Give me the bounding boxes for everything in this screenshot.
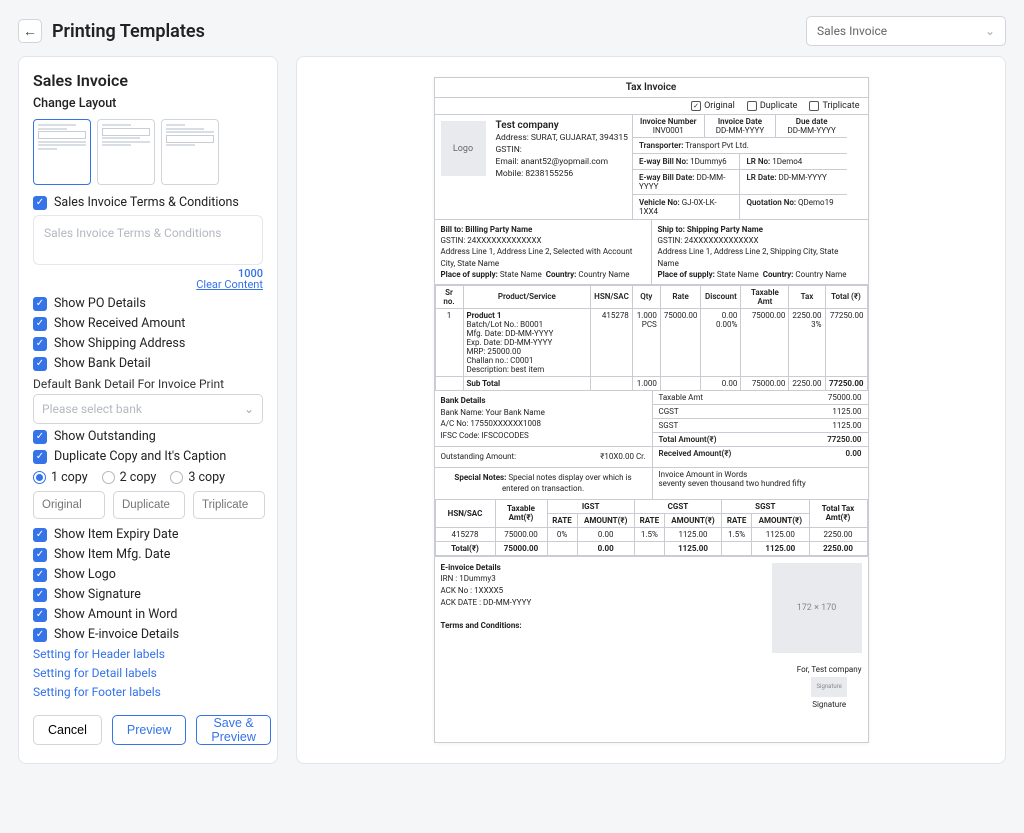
link-detail-labels[interactable]: Setting for Detail labels bbox=[33, 666, 263, 680]
item-row: 1 Product 1 Batch/Lot No.: B0001 Mfg. Da… bbox=[435, 308, 867, 376]
checkbox-icon bbox=[33, 568, 47, 582]
layout-thumb-2[interactable] bbox=[97, 119, 155, 185]
signature-block: For, Test company Signature Signature bbox=[791, 659, 868, 715]
type-select-value: Sales Invoice bbox=[817, 24, 887, 38]
checkbox-icon bbox=[33, 337, 47, 351]
opt-mfg[interactable]: Show Item Mfg. Date bbox=[33, 547, 263, 562]
duplicate-input[interactable] bbox=[113, 491, 185, 519]
chevron-down-icon: ⌄ bbox=[985, 24, 995, 38]
radio-1copy[interactable]: 1 copy bbox=[33, 470, 88, 485]
save-preview-button[interactable]: Save & Preview bbox=[196, 715, 270, 745]
page-title: Printing Templates bbox=[52, 21, 806, 42]
radio-2copy[interactable]: 2 copy bbox=[102, 470, 157, 485]
opt-terms[interactable]: Sales Invoice Terms & Conditions bbox=[33, 195, 263, 210]
checkbox-icon bbox=[33, 430, 47, 444]
preview-button[interactable]: Preview bbox=[112, 715, 186, 745]
opt-signature[interactable]: Show Signature bbox=[33, 587, 263, 602]
checkbox-icon bbox=[33, 548, 47, 562]
opt-amount-word[interactable]: Show Amount in Word bbox=[33, 607, 263, 622]
amount-summary: Taxable Amt75000.00 CGST1125.00 SGST1125… bbox=[653, 391, 868, 446]
doc-original-check: Original bbox=[691, 101, 735, 111]
qr-placeholder: 172 × 170 bbox=[766, 557, 868, 659]
company-info: Test company Address: SURAT, GUJARAT, 39… bbox=[492, 115, 632, 219]
radio-icon bbox=[33, 471, 46, 484]
opt-po[interactable]: Show PO Details bbox=[33, 296, 263, 311]
clear-terms-link[interactable]: Clear Content bbox=[196, 278, 263, 291]
checkbox-icon bbox=[33, 528, 47, 542]
einvoice-details: E-invoice Details IRN : 1Dummy3 ACK No :… bbox=[435, 557, 766, 659]
radio-icon bbox=[170, 471, 183, 484]
layout-label: Change Layout bbox=[33, 96, 263, 111]
checkbox-icon bbox=[33, 297, 47, 311]
checkbox-icon bbox=[33, 450, 47, 464]
radio-icon bbox=[102, 471, 115, 484]
checkbox-icon bbox=[33, 608, 47, 622]
checkbox-icon bbox=[33, 628, 47, 642]
outstanding-label: Outstanding Amount: bbox=[441, 451, 517, 463]
subtotal-row: Sub Total 1.000 0.00 75000.00 2250.00 77… bbox=[435, 376, 867, 390]
checkbox-icon bbox=[33, 317, 47, 331]
radio-3copy[interactable]: 3 copy bbox=[170, 470, 225, 485]
opt-logo[interactable]: Show Logo bbox=[33, 567, 263, 582]
opt-bank[interactable]: Show Bank Detail bbox=[33, 356, 263, 371]
checkbox-icon bbox=[33, 357, 47, 371]
opt-duplicate-caption[interactable]: Duplicate Copy and It's Caption bbox=[33, 449, 263, 464]
preview-panel: Tax Invoice Original Duplicate Triplicat… bbox=[296, 56, 1006, 764]
back-button[interactable]: ← bbox=[18, 19, 42, 43]
opt-shipping[interactable]: Show Shipping Address bbox=[33, 336, 263, 351]
opt-expiry[interactable]: Show Item Expiry Date bbox=[33, 527, 263, 542]
layout-thumb-1[interactable] bbox=[33, 119, 91, 185]
chevron-down-icon: ⌄ bbox=[244, 402, 254, 416]
doc-duplicate-check: Duplicate bbox=[747, 101, 798, 111]
doc-title: Tax Invoice bbox=[435, 78, 868, 98]
bill-to: Bill to: Billing Party Name GSTIN: 24XXX… bbox=[435, 220, 651, 284]
default-bank-label: Default Bank Detail For Invoice Print bbox=[33, 377, 263, 391]
invoice-meta: Invoice NumberINV0001 Invoice DateDD-MM-… bbox=[632, 115, 847, 219]
triplicate-input[interactable] bbox=[193, 491, 265, 519]
layout-thumb-3[interactable] bbox=[161, 119, 219, 185]
outstanding-value: ₹10X0.00 Cr. bbox=[600, 451, 645, 463]
terms-placeholder: Sales Invoice Terms & Conditions bbox=[44, 226, 252, 240]
checkbox-icon bbox=[33, 196, 47, 210]
cancel-button[interactable]: Cancel bbox=[33, 715, 102, 745]
items-table: Sr no. Product/Service HSN/SAC Qty Rate … bbox=[435, 285, 868, 391]
checkbox-icon bbox=[33, 588, 47, 602]
bank-select-placeholder: Please select bank bbox=[42, 402, 142, 416]
logo-placeholder: Logo bbox=[441, 121, 486, 176]
opt-einvoice[interactable]: Show E-invoice Details bbox=[33, 627, 263, 642]
terms-textarea[interactable]: Sales Invoice Terms & Conditions bbox=[33, 215, 263, 265]
opt-outstanding[interactable]: Show Outstanding bbox=[33, 429, 263, 444]
ship-to: Ship to: Shipping Party Name GSTIN: 24XX… bbox=[651, 220, 868, 284]
bank-details: Bank Details Bank Name: Your Bank Name A… bbox=[435, 391, 653, 446]
panel-title: Sales Invoice bbox=[33, 71, 263, 90]
type-select[interactable]: Sales Invoice ⌄ bbox=[806, 16, 1006, 46]
settings-panel: Sales Invoice Change Layout Sales Invoic… bbox=[18, 56, 278, 764]
tax-summary-table: HSN/SAC Taxable Amt(₹) IGST CGST SGST To… bbox=[435, 499, 868, 556]
link-footer-labels[interactable]: Setting for Footer labels bbox=[33, 685, 263, 699]
doc-triplicate-check: Triplicate bbox=[809, 101, 859, 111]
opt-received[interactable]: Show Received Amount bbox=[33, 316, 263, 331]
original-input[interactable] bbox=[33, 491, 105, 519]
invoice-preview: Tax Invoice Original Duplicate Triplicat… bbox=[434, 77, 869, 743]
bank-select[interactable]: Please select bank ⌄ bbox=[33, 394, 263, 424]
link-header-labels[interactable]: Setting for Header labels bbox=[33, 647, 263, 661]
